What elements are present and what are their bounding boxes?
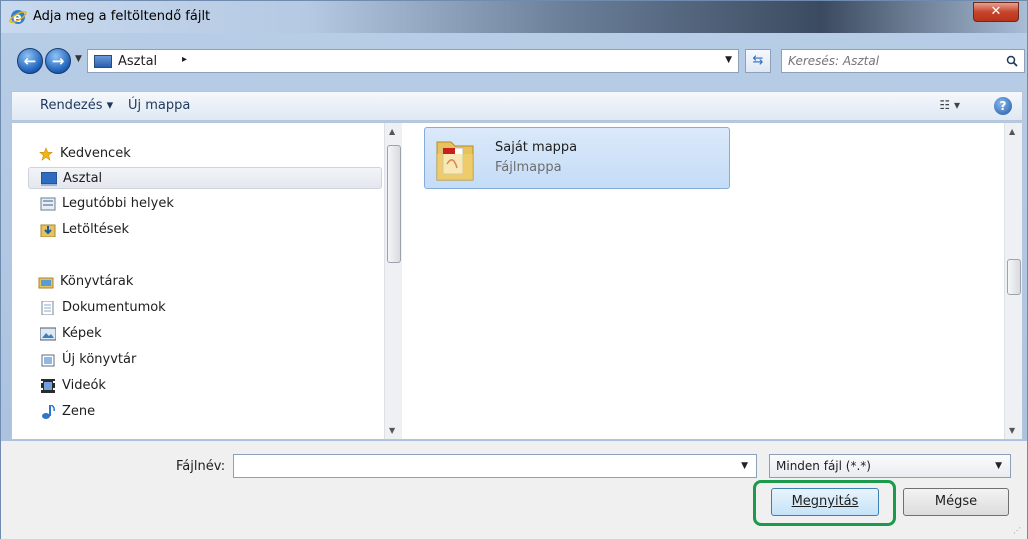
pictures-icon: [40, 327, 56, 341]
scroll-up-icon[interactable]: ▲: [1009, 127, 1015, 136]
navigation-pane: Kedvencek Asztal Legutóbbi helyek Letölt…: [12, 123, 384, 439]
scrollbar-thumb[interactable]: [1007, 259, 1021, 295]
file-open-dialog: e Adja meg a feltöltendő fájlt ✕ ← → ▼ A…: [0, 0, 1028, 539]
open-button[interactable]: Megnyitás: [771, 488, 879, 516]
organize-menu[interactable]: Rendezés ▾: [40, 98, 113, 113]
new-folder-button[interactable]: Új mappa: [128, 98, 190, 113]
file-type-filter[interactable]: Minden fájl (*.*) ▼: [769, 454, 1011, 478]
sidebar-item-label: Új könyvtár: [62, 352, 137, 367]
sidebar-item-pictures[interactable]: Képek: [28, 323, 382, 345]
documents-icon: [41, 301, 54, 315]
filename-combobox[interactable]: ▼: [233, 454, 757, 478]
breadcrumb-arrow-icon[interactable]: ▸: [182, 54, 187, 65]
sidebar-item-label: Legutóbbi helyek: [62, 196, 174, 211]
filename-label: Fájlnév:: [176, 459, 226, 474]
address-path[interactable]: Asztal: [118, 54, 157, 69]
window-title: Adja meg a feltöltendő fájlt: [33, 9, 211, 24]
forward-arrow-icon: →: [51, 52, 65, 70]
desktop-icon: [94, 55, 112, 68]
sidebar-item-label: Kedvencek: [60, 146, 131, 161]
command-toolbar: Rendezés ▾ Új mappa ☷ ▾ ?: [11, 91, 1023, 121]
cancel-button[interactable]: Mégse: [903, 488, 1009, 516]
search-box[interactable]: [781, 49, 1025, 73]
pdf-folder-icon: [436, 141, 474, 181]
sidebar-item-label: Letöltések: [62, 222, 130, 237]
back-arrow-icon: ←: [23, 52, 37, 70]
sidebar-item-downloads[interactable]: Letöltések: [28, 219, 382, 241]
file-type: Fájlmappa: [495, 160, 562, 175]
chevron-down-icon[interactable]: ▼: [995, 461, 1002, 471]
sidebar-item-label: Videók: [62, 378, 106, 393]
navigation-pane-scrollbar[interactable]: ▲ ▼: [384, 123, 402, 439]
title-bar[interactable]: e Adja meg a feltöltendő fájlt ✕: [1, 1, 1027, 33]
refresh-button[interactable]: ⇆: [745, 49, 771, 73]
sidebar-item-favorites[interactable]: Kedvencek: [28, 143, 382, 165]
sidebar-item-libraries[interactable]: Könyvtárak: [28, 271, 382, 293]
scroll-down-icon[interactable]: ▼: [1009, 426, 1015, 435]
scrollbar-thumb[interactable]: [387, 145, 401, 263]
file-name: Saját mappa: [495, 140, 578, 155]
sidebar-item-new-library[interactable]: Új könyvtár: [28, 349, 382, 371]
sidebar-item-label: Könyvtárak: [60, 274, 134, 289]
chevron-down-icon[interactable]: ▼: [741, 461, 748, 471]
recent-pages-dropdown[interactable]: ▼: [75, 54, 82, 64]
sidebar-item-music[interactable]: Zene: [28, 401, 382, 423]
libraries-icon: [38, 277, 54, 289]
file-list-pane: Saját mappa Fájlmappa: [404, 123, 1004, 439]
scroll-down-icon[interactable]: ▼: [389, 426, 395, 435]
star-icon: [39, 147, 53, 161]
scroll-up-icon[interactable]: ▲: [389, 127, 395, 136]
sidebar-item-recent-places[interactable]: Legutóbbi helyek: [28, 193, 382, 215]
file-item-folder[interactable]: Saját mappa Fájlmappa: [424, 127, 730, 189]
desktop-icon: [41, 172, 57, 186]
address-dropdown-icon[interactable]: ▼: [725, 55, 732, 65]
recent-places-icon: [40, 197, 56, 211]
help-icon[interactable]: ?: [994, 97, 1012, 115]
search-icon[interactable]: [1006, 55, 1018, 67]
file-type-filter-value: Minden fájl (*.*): [776, 459, 871, 473]
downloads-icon: [40, 224, 56, 237]
address-bar[interactable]: Asztal ▸ ▼: [87, 49, 739, 73]
internet-explorer-icon: e: [9, 10, 27, 26]
dialog-footer: Fájlnév: ▼ Minden fájl (*.*) ▼ Megnyitás…: [1, 441, 1027, 539]
filename-input[interactable]: [238, 458, 728, 472]
resize-grip-icon[interactable]: ⋰: [1013, 526, 1021, 535]
new-library-icon: [41, 354, 55, 367]
navigation-bar: ← → ▼ Asztal ▸ ▼ ⇆: [5, 45, 1025, 83]
file-list-scrollbar[interactable]: ▲ ▼: [1004, 123, 1022, 439]
videos-icon: [41, 379, 55, 393]
close-button[interactable]: ✕: [973, 2, 1019, 22]
forward-button[interactable]: →: [45, 48, 71, 74]
sidebar-item-videos[interactable]: Videók: [28, 375, 382, 397]
search-input[interactable]: [788, 53, 988, 69]
back-button[interactable]: ←: [17, 48, 43, 74]
sidebar-item-label: Dokumentumok: [62, 300, 166, 315]
browser-content: Kedvencek Asztal Legutóbbi helyek Letölt…: [11, 122, 1023, 440]
refresh-icon: ⇆: [752, 53, 764, 68]
music-icon: [42, 405, 55, 419]
sidebar-item-documents[interactable]: Dokumentumok: [28, 297, 382, 319]
sidebar-item-label: Képek: [62, 326, 102, 341]
sidebar-item-desktop[interactable]: Asztal: [28, 167, 382, 189]
sidebar-item-label: Asztal: [63, 171, 103, 186]
view-options-icon[interactable]: ☷ ▾: [939, 98, 960, 112]
sidebar-item-label: Zene: [62, 404, 96, 419]
